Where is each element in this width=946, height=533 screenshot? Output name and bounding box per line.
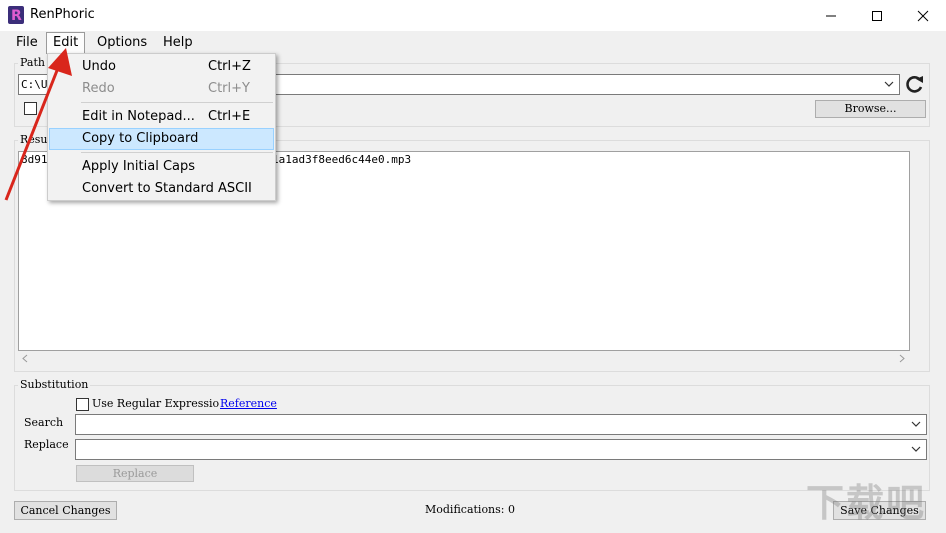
browse-button[interactable]: Browse...: [815, 100, 926, 118]
cancel-changes-button[interactable]: Cancel Changes: [14, 501, 117, 520]
chevron-down-icon[interactable]: [883, 78, 895, 90]
maximize-button[interactable]: [854, 0, 900, 31]
search-combobox[interactable]: [75, 414, 927, 435]
menu-options[interactable]: Options: [91, 33, 153, 53]
close-icon: [917, 10, 929, 21]
replace-button[interactable]: Replace: [76, 465, 194, 482]
scroll-left-icon[interactable]: [21, 354, 29, 363]
minimize-button[interactable]: [808, 0, 854, 31]
search-label: Search: [24, 416, 64, 429]
refresh-button[interactable]: [904, 73, 926, 95]
svg-text:R: R: [11, 8, 22, 24]
menu-separator: [81, 102, 273, 103]
annotation-arrow-icon: [4, 48, 72, 201]
app-icon: R: [8, 6, 24, 24]
refresh-icon: [906, 76, 923, 93]
substitution-group-label: Substitution: [18, 378, 91, 391]
reference-link[interactable]: Reference: [220, 397, 277, 410]
minimize-icon: [826, 15, 836, 16]
replace-combobox[interactable]: [75, 439, 927, 460]
modifications-status: Modifications: 0: [425, 503, 515, 516]
horizontal-scrollbar[interactable]: [18, 351, 910, 366]
menu-separator: [81, 152, 273, 153]
chevron-down-icon[interactable]: [910, 418, 922, 430]
regex-checkbox[interactable]: [76, 398, 89, 411]
regex-label: Use Regular Expressio: [92, 397, 220, 410]
menu-help[interactable]: Help: [157, 33, 199, 53]
result-line-suffix: 1a1ad3f8eed6c44e0.mp3: [272, 153, 412, 166]
title-bar[interactable]: R RenPhoric: [0, 0, 946, 31]
window-title: RenPhoric: [30, 7, 95, 22]
chevron-down-icon[interactable]: [910, 443, 922, 455]
scroll-right-icon[interactable]: [898, 354, 906, 363]
close-button[interactable]: [900, 0, 946, 31]
maximize-icon: [872, 10, 882, 21]
replace-label: Replace: [24, 438, 69, 451]
watermark-logo: 下载吧: [806, 481, 927, 525]
